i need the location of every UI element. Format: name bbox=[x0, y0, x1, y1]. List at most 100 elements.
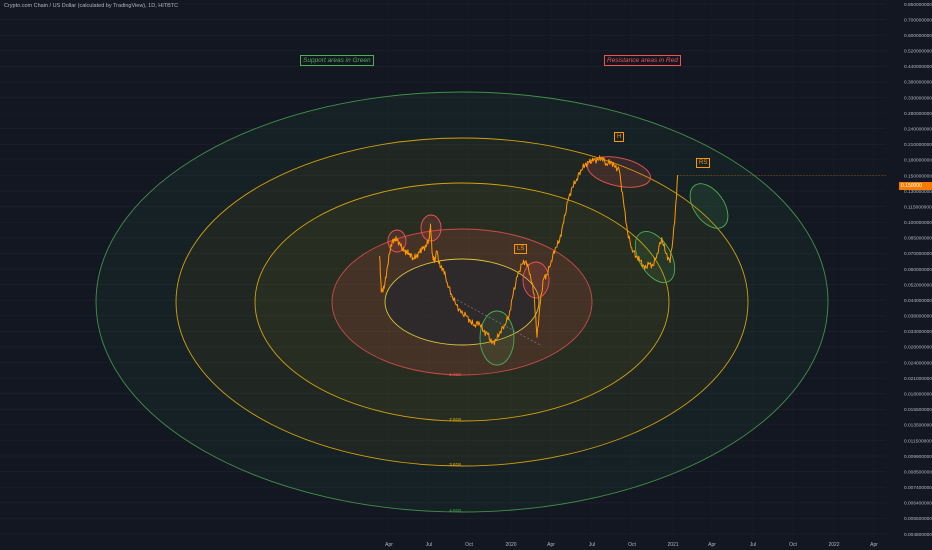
price-point bbox=[605, 163, 607, 165]
price-point bbox=[614, 166, 616, 168]
price-point bbox=[422, 248, 424, 250]
price-point bbox=[567, 200, 569, 202]
y-tick-label: 0.052000000 bbox=[904, 282, 932, 288]
price-point bbox=[618, 169, 620, 171]
y-tick-label: 0.004800000 bbox=[904, 532, 932, 538]
y-tick-label: 0.100000000 bbox=[904, 220, 932, 226]
price-point bbox=[470, 321, 472, 323]
price-point bbox=[495, 339, 497, 341]
price-point bbox=[516, 276, 518, 278]
y-tick-label: 0.044000000 bbox=[904, 298, 932, 304]
x-axis: Apr Jul Oct 2020 Apr Jul Oct 2021 Apr Jul Oct 2022 A… bbox=[385, 542, 878, 548]
y-tick-label: 0.150000000 bbox=[904, 173, 932, 179]
price-point bbox=[474, 324, 476, 326]
y-tick-label: 0.330000000 bbox=[904, 95, 932, 101]
price-point bbox=[525, 260, 527, 262]
y-tick-label: 0.115000000 bbox=[904, 204, 932, 210]
x-tick-label: 2021 bbox=[667, 542, 678, 548]
x-tick-label: 2020 bbox=[505, 542, 516, 548]
price-point bbox=[387, 265, 389, 267]
y-axis: 0.850000000 0.700000000 0.600000000 0.52000… bbox=[904, 2, 932, 538]
y-tick-label: 0.007400000 bbox=[904, 485, 932, 491]
price-point bbox=[521, 263, 523, 265]
price-point bbox=[571, 186, 573, 188]
fib-level-label: 3.618 bbox=[449, 462, 461, 467]
price-point bbox=[430, 223, 432, 225]
price-point bbox=[622, 200, 624, 202]
price-point bbox=[442, 268, 444, 270]
y-tick-label: 0.440000000 bbox=[904, 64, 932, 70]
price-point bbox=[483, 330, 485, 332]
x-tick-label: 2022 bbox=[828, 542, 839, 548]
x-tick-label: Apr bbox=[870, 542, 878, 548]
price-point bbox=[412, 257, 414, 259]
price-point bbox=[644, 268, 646, 270]
y-tick-label: 0.033000000 bbox=[904, 329, 932, 335]
price-point bbox=[491, 343, 493, 345]
y-tick-label: 0.520000000 bbox=[904, 49, 932, 55]
y-tick-label: 0.700000000 bbox=[904, 17, 932, 23]
x-tick-label: Jul bbox=[750, 542, 756, 548]
y-tick-label: 0.015500000 bbox=[904, 407, 932, 413]
price-point bbox=[409, 252, 411, 254]
y-tick-label: 0.011500000 bbox=[904, 438, 932, 444]
price-point bbox=[390, 244, 392, 246]
price-point bbox=[550, 260, 552, 262]
resistance-note[interactable]: Resistance areas in Red bbox=[604, 55, 681, 66]
price-point bbox=[379, 255, 381, 257]
price-point bbox=[580, 169, 582, 171]
resistance-highlight bbox=[522, 261, 550, 299]
support-note[interactable]: Support areas in Green bbox=[300, 55, 374, 66]
price-point bbox=[425, 246, 427, 248]
y-tick-label: 0.210000000 bbox=[904, 142, 932, 148]
price-point bbox=[478, 321, 480, 323]
y-tick-label: 0.850000000 bbox=[904, 2, 932, 8]
x-tick-label: Jul bbox=[589, 542, 595, 548]
price-point bbox=[487, 333, 489, 335]
price-point bbox=[546, 274, 548, 276]
price-point bbox=[543, 277, 545, 279]
price-point bbox=[406, 251, 408, 253]
y-tick-label: 0.021000000 bbox=[904, 376, 932, 382]
price-chart[interactable]: 1.618 2.618 3.618 4.618 0.850000000 0.700000… bbox=[0, 0, 932, 550]
price-point bbox=[533, 293, 535, 295]
right-shoulder-label[interactable]: RS bbox=[696, 158, 711, 168]
price-point bbox=[639, 260, 641, 262]
price-point bbox=[536, 336, 538, 338]
price-point bbox=[627, 231, 629, 233]
price-point bbox=[610, 160, 612, 162]
price-point bbox=[508, 315, 510, 317]
price-point bbox=[559, 240, 561, 242]
x-tick-label: Oct bbox=[465, 542, 473, 548]
left-shoulder-label[interactable]: LS bbox=[514, 244, 528, 254]
head-label[interactable]: H bbox=[614, 132, 625, 142]
x-tick-label: Apr bbox=[708, 542, 716, 548]
price-point bbox=[592, 160, 594, 162]
y-tick-label: 0.013500000 bbox=[904, 423, 932, 429]
price-point bbox=[403, 250, 405, 252]
y-tick-label: 0.008500000 bbox=[904, 469, 932, 475]
price-point bbox=[380, 291, 382, 293]
price-point bbox=[554, 247, 556, 249]
price-point bbox=[588, 161, 590, 163]
x-tick-label: Apr bbox=[385, 542, 393, 548]
price-point bbox=[539, 302, 541, 304]
price-point bbox=[419, 251, 421, 253]
y-tick-label: 0.600000000 bbox=[904, 33, 932, 39]
chart-title: Crypto.com Chain / US Dollar (calculated… bbox=[4, 3, 179, 9]
price-point bbox=[584, 164, 586, 166]
x-tick-label: Apr bbox=[547, 542, 555, 548]
price-point bbox=[433, 261, 435, 263]
price-point bbox=[399, 245, 401, 247]
y-tick-label: 0.240000000 bbox=[904, 127, 932, 133]
y-tick-label: 0.005500000 bbox=[904, 516, 932, 522]
price-point bbox=[601, 156, 603, 158]
fib-level-label: 1.618 bbox=[449, 372, 461, 377]
fib-level-label: 2.618 bbox=[449, 417, 461, 422]
price-point bbox=[669, 261, 671, 263]
price-point bbox=[512, 293, 514, 295]
price-point bbox=[383, 287, 385, 289]
price-point bbox=[396, 239, 398, 241]
y-tick-label: 0.380000000 bbox=[904, 80, 932, 86]
price-point bbox=[563, 221, 565, 223]
